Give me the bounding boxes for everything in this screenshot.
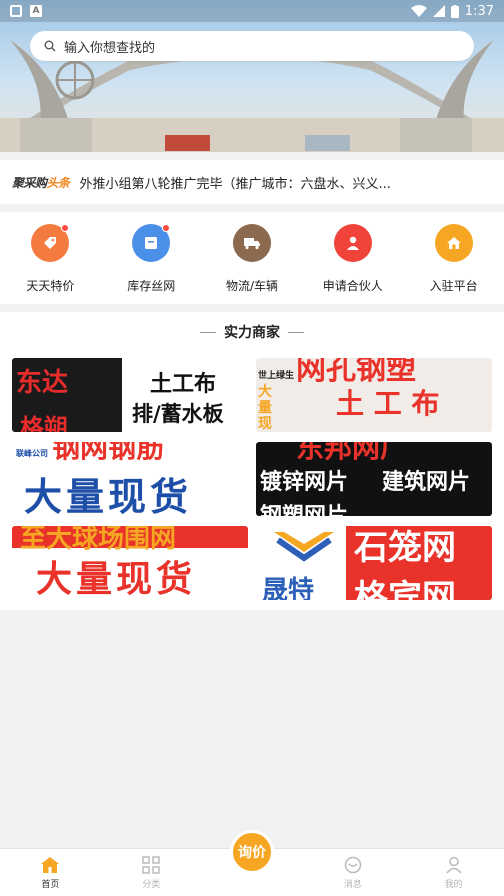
category-label: 物流/车辆 bbox=[225, 279, 279, 293]
merchant-tile[interactable]: 至大球场围网 大量现货 bbox=[12, 526, 248, 600]
merchant-product: 镀锌网片 bbox=[260, 470, 349, 495]
battery-icon bbox=[450, 4, 459, 18]
person-icon bbox=[333, 224, 372, 262]
merchant-section: 实力商家 东达 格朔 土工布 排/蓄水板 网孔钢塑 世上绿生 大量现 土 工 布… bbox=[0, 312, 504, 610]
nav-category[interactable]: 分类 bbox=[101, 849, 202, 896]
house-icon bbox=[434, 224, 473, 262]
merchant-tile[interactable]: 东达 格朔 土工布 排/蓄水板 bbox=[12, 358, 248, 432]
nav-label: 我的 bbox=[444, 880, 463, 890]
category-label: 天天特价 bbox=[26, 279, 75, 293]
hero-banner[interactable]: A 1:37 输入你想查找的 bbox=[0, 0, 504, 152]
section-title: 实力商家 bbox=[0, 312, 504, 352]
merchant-tile[interactable]: 东邦网厂 镀锌网片 建筑网片 钢塑网片 bbox=[256, 442, 492, 516]
merchant-product: 大量现货 bbox=[36, 559, 197, 600]
merchant-brand: 格朔 bbox=[20, 414, 68, 432]
merchant-product: 格宾网 bbox=[354, 578, 456, 600]
nav-label: 首页 bbox=[41, 880, 60, 890]
search-input[interactable]: 输入你想查找的 bbox=[64, 37, 155, 56]
nav-home[interactable]: 首页 bbox=[0, 849, 101, 896]
status-bar: A 1:37 bbox=[0, 0, 504, 22]
category-wuliu-cheliang[interactable]: 物流/车辆 bbox=[202, 212, 303, 304]
merchant-brand: 东达 bbox=[16, 368, 69, 398]
tag-icon bbox=[31, 224, 70, 262]
merchant-tile[interactable]: 晟特 石笼网 格宾网 bbox=[256, 526, 492, 600]
merchant-brand: 联峰公司 bbox=[16, 449, 48, 458]
category-shenqing-hehuoren[interactable]: 申请合伙人 bbox=[302, 212, 403, 304]
category-label: 入驻平台 bbox=[429, 279, 478, 293]
nav-label: 分类 bbox=[142, 880, 161, 890]
category-tiantian-tejia[interactable]: 天天特价 bbox=[0, 212, 101, 304]
merchant-brand: 晟特 bbox=[262, 576, 315, 600]
merchant-brand: 东邦网厂 bbox=[296, 442, 409, 464]
box-icon bbox=[132, 224, 171, 262]
grid-icon bbox=[142, 856, 160, 874]
nav-message[interactable]: 消息 bbox=[302, 849, 403, 896]
title-divider bbox=[200, 331, 216, 333]
category-label: 库存丝网 bbox=[127, 279, 176, 293]
merchant-logo-icon bbox=[274, 532, 334, 562]
headline-bar[interactable]: 聚采购头条 外推小组第八轮推广完毕（推广城市：六盘水、兴义... bbox=[0, 160, 504, 204]
merchant-product: 建筑网片 bbox=[382, 470, 471, 495]
badge-dot bbox=[61, 224, 70, 232]
category-row: 天天特价 库存丝网 物流/车辆 申请合伙人 入驻平台 bbox=[0, 212, 504, 304]
merchant-product: 大量现货 bbox=[24, 475, 193, 516]
category-ruzhu-pingtai[interactable]: 入驻平台 bbox=[403, 212, 504, 304]
merchant-tile[interactable]: 钢网钢筋 联峰公司 大量现货 bbox=[12, 442, 248, 516]
headline-text[interactable]: 外推小组第八轮推广完毕（推广城市：六盘水、兴义... bbox=[80, 173, 391, 192]
headline-logo: 聚采购头条 bbox=[12, 175, 70, 190]
truck-icon bbox=[232, 224, 271, 262]
merchant-brand: 大量现 bbox=[258, 384, 272, 432]
notification-a-icon: A bbox=[30, 5, 42, 17]
signal-icon bbox=[432, 5, 445, 17]
user-icon bbox=[445, 856, 462, 874]
search-icon bbox=[44, 40, 56, 52]
merchant-brand: 钢网钢筋 bbox=[52, 442, 165, 464]
merchant-product: 石笼网 bbox=[354, 528, 456, 568]
notification-square-icon bbox=[10, 5, 22, 17]
merchant-product: 钢塑网片 bbox=[260, 498, 348, 516]
search-bar[interactable]: 输入你想查找的 bbox=[30, 31, 474, 61]
badge-dot bbox=[162, 224, 171, 232]
merchant-product: 土工布 bbox=[150, 372, 217, 397]
home-icon bbox=[41, 857, 60, 873]
merchant-product: 土 工 布 bbox=[336, 387, 440, 420]
category-label: 申请合伙人 bbox=[322, 279, 383, 293]
category-kucun-siwang[interactable]: 库存丝网 bbox=[101, 212, 202, 304]
nav-label: 消息 bbox=[343, 880, 362, 890]
arch-illustration bbox=[0, 40, 504, 152]
merchant-tile[interactable]: 网孔钢塑 世上绿生 大量现 土 工 布 bbox=[256, 358, 492, 432]
wifi-icon bbox=[410, 5, 427, 17]
nav-mine[interactable]: 我的 bbox=[403, 849, 504, 896]
inquiry-button[interactable]: 询价 bbox=[230, 830, 274, 874]
merchant-brand: 世上绿生 bbox=[258, 371, 295, 381]
status-time: 1:37 bbox=[464, 3, 494, 19]
merchant-product: 排/蓄水板 bbox=[132, 402, 224, 426]
chat-icon bbox=[344, 856, 362, 874]
title-divider bbox=[288, 331, 304, 333]
